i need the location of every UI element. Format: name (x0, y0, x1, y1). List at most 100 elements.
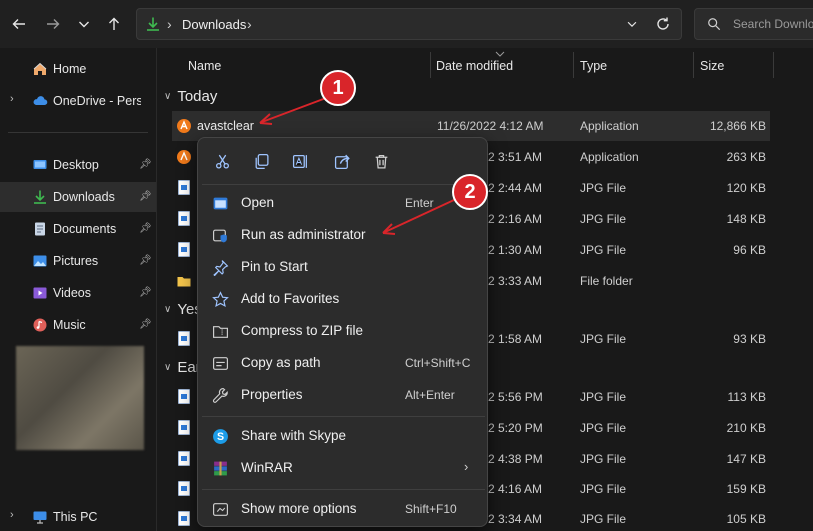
sidebar-item-home[interactable]: Home (0, 54, 156, 84)
file-date: 11/26/2022 4:12 AM (437, 119, 544, 133)
column-header-date[interactable]: Date modified (436, 59, 513, 85)
file-size: 147 KB (726, 452, 766, 466)
menu-item-label: Share with Skype (241, 428, 347, 443)
chevron-down-icon[interactable] (625, 17, 639, 31)
menu-item-pin-to-start[interactable]: Pin to Start (202, 252, 485, 282)
address-bar[interactable]: › Downloads › (136, 8, 682, 40)
group-header-earlier[interactable]: ∨ Ear (164, 359, 201, 376)
annotation-badge-2: 2 (452, 174, 488, 210)
chevron-right-icon[interactable]: › (247, 16, 252, 32)
share-button[interactable] (327, 148, 357, 174)
sidebar-item-label: OneDrive - Personal (53, 94, 141, 108)
menu-item-label: WinRAR (241, 460, 293, 475)
pane-divider[interactable] (156, 48, 157, 531)
file-type: Application (580, 119, 639, 133)
sort-indicator-icon (495, 51, 505, 57)
sidebar-item-onedrive[interactable]: › OneDrive - Personal (0, 86, 156, 116)
desktop-icon (33, 160, 47, 169)
copy-button[interactable] (246, 148, 276, 174)
menu-item-label: Show more options (241, 501, 357, 516)
file-type: JPG File (580, 482, 627, 496)
file-date: 2 5:56 PM (488, 390, 543, 404)
chevron-right-icon[interactable]: › (10, 93, 14, 105)
menu-item-shortcut: Enter (405, 196, 434, 210)
sidebar-item-this-pc[interactable]: › This PC (0, 502, 156, 531)
column-header-type[interactable]: Type (580, 59, 607, 85)
downloads-icon (34, 190, 46, 204)
file-date: 2 1:58 AM (488, 332, 543, 346)
column-divider[interactable] (430, 52, 431, 78)
context-menu: Open Enter Run as administrator Pin to S… (197, 137, 488, 527)
file-date: 2 2:16 AM (488, 212, 543, 226)
menu-item-label: Add to Favorites (241, 291, 340, 306)
sidebar-item-downloads[interactable]: Downloads 📌︎ (0, 182, 156, 212)
search-input[interactable] (733, 15, 813, 33)
menu-item-label: Open (241, 195, 275, 210)
file-size: 105 KB (726, 512, 766, 526)
refresh-icon[interactable] (655, 16, 671, 32)
sidebar-item-pictures[interactable]: Pictures 📌︎ (0, 246, 156, 276)
file-size: 148 KB (726, 212, 766, 226)
search-box[interactable] (694, 8, 813, 40)
column-header-size[interactable]: Size (700, 59, 724, 85)
menu-item-shortcut: Alt+Enter (405, 388, 455, 402)
group-header-today[interactable]: ∨ Today (164, 88, 217, 105)
column-header-name[interactable]: Name (188, 59, 221, 85)
menu-item-show-more-options[interactable]: Show more options Shift+F10 (202, 494, 485, 524)
recent-locations-button[interactable] (73, 13, 95, 35)
menu-item-compress-to-zip[interactable]: Compress to ZIP file (202, 316, 485, 346)
menu-item-share-with-skype[interactable]: S Share with Skype (202, 421, 485, 451)
pin-icon: 📌︎ (139, 255, 152, 266)
computer-icon (33, 511, 47, 524)
menu-item-properties[interactable]: Properties Alt+Enter (202, 380, 485, 410)
column-divider[interactable] (693, 52, 694, 78)
file-type: JPG File (580, 181, 627, 195)
sidebar-item-music[interactable]: Music 📌︎ (0, 310, 156, 340)
file-type: JPG File (580, 243, 627, 257)
sidebar-item-videos[interactable]: Videos 📌︎ (0, 278, 156, 308)
file-type: JPG File (580, 452, 627, 466)
app-window-icon (213, 197, 228, 210)
file-size: 120 KB (726, 181, 766, 195)
sidebar-item-desktop[interactable]: Desktop 📌︎ (0, 150, 156, 180)
file-date: 2 1:30 AM (488, 243, 543, 257)
image-file-icon (176, 211, 192, 227)
forward-button[interactable] (42, 13, 64, 35)
menu-item-add-to-favorites[interactable]: Add to Favorites (202, 284, 485, 314)
menu-item-shortcut: Ctrl+Shift+C (405, 356, 471, 370)
svg-text:S: S (217, 431, 224, 443)
breadcrumb-downloads[interactable]: Downloads (182, 17, 246, 32)
image-file-icon (176, 420, 192, 436)
rename-icon (292, 154, 307, 168)
delete-button[interactable] (366, 148, 396, 174)
sidebar-item-documents[interactable]: Documents 📌︎ (0, 214, 156, 244)
cut-button[interactable] (207, 148, 237, 174)
sidebar-item-label: Home (53, 62, 87, 76)
column-divider[interactable] (773, 52, 774, 78)
rename-button[interactable] (285, 148, 315, 174)
search-icon (708, 18, 721, 31)
file-type: JPG File (580, 512, 627, 526)
file-date: 2 4:16 AM (488, 482, 543, 496)
annotation-badge-1: 1 (320, 70, 356, 106)
menu-item-open[interactable]: Open Enter (202, 188, 485, 218)
copy-icon (255, 153, 269, 169)
file-size: 210 KB (726, 421, 766, 435)
file-type: JPG File (580, 390, 627, 404)
wrench-icon (212, 388, 228, 403)
pin-icon: 📌︎ (139, 287, 152, 298)
navigation-pane: Home › OneDrive - Personal Desktop 📌︎ Do… (0, 48, 156, 531)
menu-item-shortcut: Shift+F10 (405, 502, 457, 516)
music-icon (33, 318, 47, 332)
group-label: Today (177, 88, 218, 105)
file-date: 2 3:34 AM (488, 512, 543, 526)
column-divider[interactable] (573, 52, 574, 78)
menu-item-copy-as-path[interactable]: Copy as path Ctrl+Shift+C (202, 348, 485, 378)
file-type: JPG File (580, 421, 627, 435)
image-file-icon (176, 511, 192, 527)
chevron-right-icon[interactable]: › (10, 509, 14, 521)
menu-item-run-as-administrator[interactable]: Run as administrator (202, 220, 485, 250)
back-button[interactable] (8, 13, 30, 35)
menu-item-winrar[interactable]: WinRAR › (202, 453, 485, 483)
up-button[interactable] (103, 13, 125, 35)
